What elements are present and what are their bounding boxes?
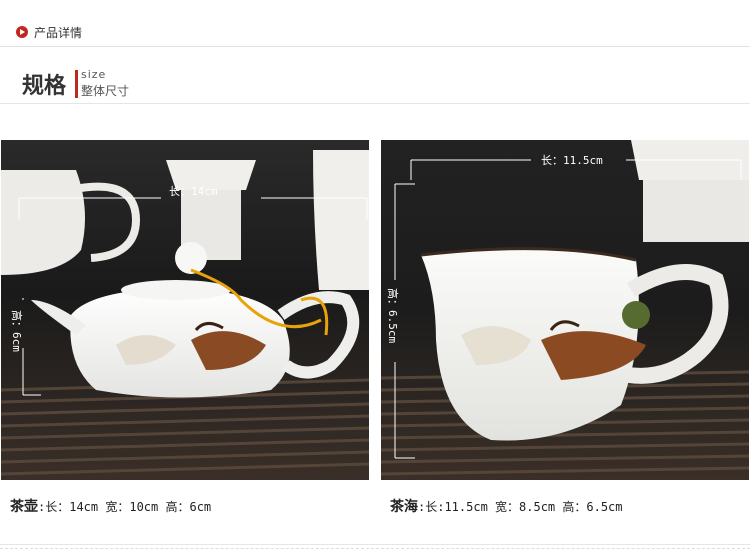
pitcher-photo: 长：11.5cm 高：6.5cm <box>381 140 749 480</box>
pitcher-name: 茶海 <box>390 499 418 515</box>
pitcher-dimensions: :长:11.5cm 宽：8.5cm 高：6.5cm <box>418 500 623 514</box>
pitcher-width-label: 长：11.5cm <box>541 154 603 167</box>
section-label: 产品详情 <box>34 26 83 40</box>
pitcher-caption: 茶海:长:11.5cm 宽：8.5cm 高：6.5cm <box>390 496 623 516</box>
teapot-name: 茶壶 <box>10 499 38 515</box>
play-icon <box>16 26 28 38</box>
size-chinese: 整体尺寸 <box>81 84 130 98</box>
teapot-height-label: 高：6cm <box>10 310 24 352</box>
teapot-dimensions: :长：14cm 宽：10cm 高：6cm <box>38 500 212 514</box>
teapot-caption: 茶壶:长：14cm 宽：10cm 高：6cm <box>10 496 211 516</box>
bottom-dashed-divider <box>0 548 750 549</box>
pitcher-height-label: 高：6.5cm <box>386 288 400 343</box>
teapot-photo: 长：14cm 高：6cm <box>1 140 369 480</box>
top-bar: 产品详情 <box>0 0 750 47</box>
accent-bar <box>75 70 78 98</box>
size-english: size <box>81 68 107 81</box>
teapot-width-label: 长：14cm <box>169 185 218 198</box>
spec-title: 规格 <box>22 74 67 99</box>
bottom-divider <box>0 544 750 545</box>
divider <box>0 103 750 104</box>
